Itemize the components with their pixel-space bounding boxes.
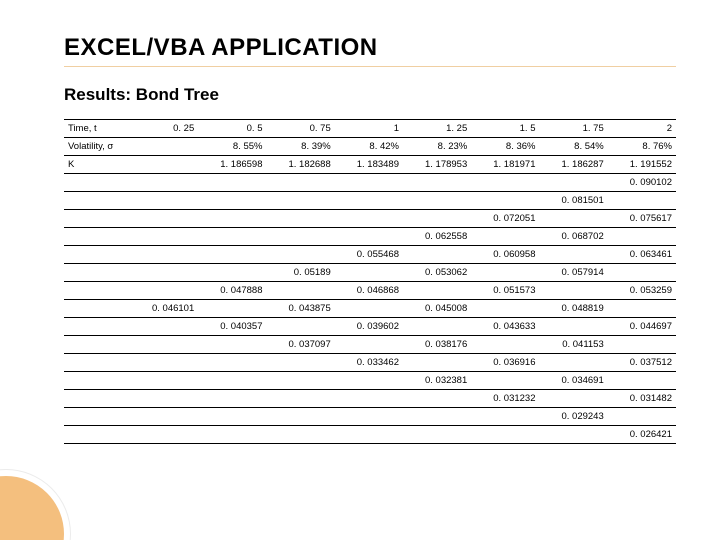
tree-r4-c8: 0. 063461 [608, 246, 676, 264]
tree-r14-c8: 0. 026421 [608, 426, 676, 444]
tree-r10-c4: 0. 033462 [335, 354, 403, 372]
tree-r9-c7: 0. 041153 [540, 336, 608, 354]
tree-row-0: 0. 090102 [64, 174, 676, 192]
k-c8: 1. 191552 [608, 156, 676, 174]
time-c1: 0. 25 [130, 120, 198, 138]
time-c2: 0. 5 [198, 120, 266, 138]
tree-row-2: 0. 072051 0. 075617 [64, 210, 676, 228]
vol-c1 [130, 138, 198, 156]
row-time-label: Time, t [64, 120, 130, 138]
k-c1 [130, 156, 198, 174]
tree-r9-c3: 0. 037097 [267, 336, 335, 354]
k-c4: 1. 183489 [335, 156, 403, 174]
tree-r13-c7: 0. 029243 [540, 408, 608, 426]
tree-row-14: 0. 026421 [64, 426, 676, 444]
vol-c4: 8. 42% [335, 138, 403, 156]
tree-r1-c7: 0. 081501 [540, 192, 608, 210]
row-time: Time, t 0. 25 0. 5 0. 75 1 1. 25 1. 5 1.… [64, 120, 676, 138]
tree-row-11: 0. 032381 0. 034691 [64, 372, 676, 390]
time-c5: 1. 25 [403, 120, 471, 138]
tree-r6-c8: 0. 053259 [608, 282, 676, 300]
vol-c8: 8. 76% [608, 138, 676, 156]
tree-r8-c6: 0. 043633 [471, 318, 539, 336]
tree-row-4: 0. 055468 0. 060958 0. 063461 [64, 246, 676, 264]
time-c3: 0. 75 [267, 120, 335, 138]
tree-row-9: 0. 037097 0. 038176 0. 041153 [64, 336, 676, 354]
tree-r4-c6: 0. 060958 [471, 246, 539, 264]
tree-r8-c4: 0. 039602 [335, 318, 403, 336]
row-volatility: Volatility, σ 8. 55% 8. 39% 8. 42% 8. 23… [64, 138, 676, 156]
tree-row-13: 0. 029243 [64, 408, 676, 426]
decorative-circle [0, 470, 70, 540]
k-c7: 1. 186287 [540, 156, 608, 174]
vol-c7: 8. 54% [540, 138, 608, 156]
tree-r12-c8: 0. 031482 [608, 390, 676, 408]
tree-r0-c8: 0. 090102 [608, 174, 676, 192]
tree-r6-c4: 0. 046868 [335, 282, 403, 300]
slide-title: EXCEL/VBA APPLICATION [64, 34, 676, 62]
tree-r4-c4: 0. 055468 [335, 246, 403, 264]
tree-row-10: 0. 033462 0. 036916 0. 037512 [64, 354, 676, 372]
vol-c2: 8. 55% [198, 138, 266, 156]
time-c7: 1. 75 [540, 120, 608, 138]
tree-r12-c6: 0. 031232 [471, 390, 539, 408]
k-c6: 1. 181971 [471, 156, 539, 174]
tree-r8-c8: 0. 044697 [608, 318, 676, 336]
tree-row-7: 0. 046101 0. 043875 0. 045008 0. 048819 [64, 300, 676, 318]
k-c3: 1. 182688 [267, 156, 335, 174]
tree-row-3: 0. 062558 0. 068702 [64, 228, 676, 246]
tree-r2-c6: 0. 072051 [471, 210, 539, 228]
tree-row-8: 0. 040357 0. 039602 0. 043633 0. 044697 [64, 318, 676, 336]
title-underline [64, 66, 676, 67]
tree-r5-c5: 0. 053062 [403, 264, 471, 282]
tree-r7-c7: 0. 048819 [540, 300, 608, 318]
tree-r10-c6: 0. 036916 [471, 354, 539, 372]
vol-c5: 8. 23% [403, 138, 471, 156]
time-c4: 1 [335, 120, 403, 138]
tree-row-1: 0. 081501 [64, 192, 676, 210]
tree-r6-c2: 0. 047888 [198, 282, 266, 300]
slide-subtitle: Results: Bond Tree [64, 85, 676, 105]
tree-r5-c7: 0. 057914 [540, 264, 608, 282]
tree-r7-c1: 0. 046101 [130, 300, 198, 318]
tree-r11-c7: 0. 034691 [540, 372, 608, 390]
vol-c3: 8. 39% [267, 138, 335, 156]
bond-tree-table: Time, t 0. 25 0. 5 0. 75 1 1. 25 1. 5 1.… [64, 119, 676, 444]
tree-row-5: 0. 05189 0. 053062 0. 057914 [64, 264, 676, 282]
tree-r6-c6: 0. 051573 [471, 282, 539, 300]
slide: EXCEL/VBA APPLICATION Results: Bond Tree… [0, 0, 720, 540]
tree-r8-c2: 0. 040357 [198, 318, 266, 336]
row-k: K 1. 186598 1. 182688 1. 183489 1. 17895… [64, 156, 676, 174]
tree-r10-c8: 0. 037512 [608, 354, 676, 372]
tree-r2-c8: 0. 075617 [608, 210, 676, 228]
k-c2: 1. 186598 [198, 156, 266, 174]
tree-r5-c3: 0. 05189 [267, 264, 335, 282]
tree-r7-c3: 0. 043875 [267, 300, 335, 318]
time-c6: 1. 5 [471, 120, 539, 138]
tree-r7-c5: 0. 045008 [403, 300, 471, 318]
row-vol-label: Volatility, σ [64, 138, 130, 156]
time-c8: 2 [608, 120, 676, 138]
vol-c6: 8. 36% [471, 138, 539, 156]
tree-row-6: 0. 047888 0. 046868 0. 051573 0. 053259 [64, 282, 676, 300]
tree-r3-c7: 0. 068702 [540, 228, 608, 246]
tree-r9-c5: 0. 038176 [403, 336, 471, 354]
tree-r11-c5: 0. 032381 [403, 372, 471, 390]
tree-row-12: 0. 031232 0. 031482 [64, 390, 676, 408]
row-k-label: K [64, 156, 130, 174]
tree-r3-c5: 0. 062558 [403, 228, 471, 246]
k-c5: 1. 178953 [403, 156, 471, 174]
